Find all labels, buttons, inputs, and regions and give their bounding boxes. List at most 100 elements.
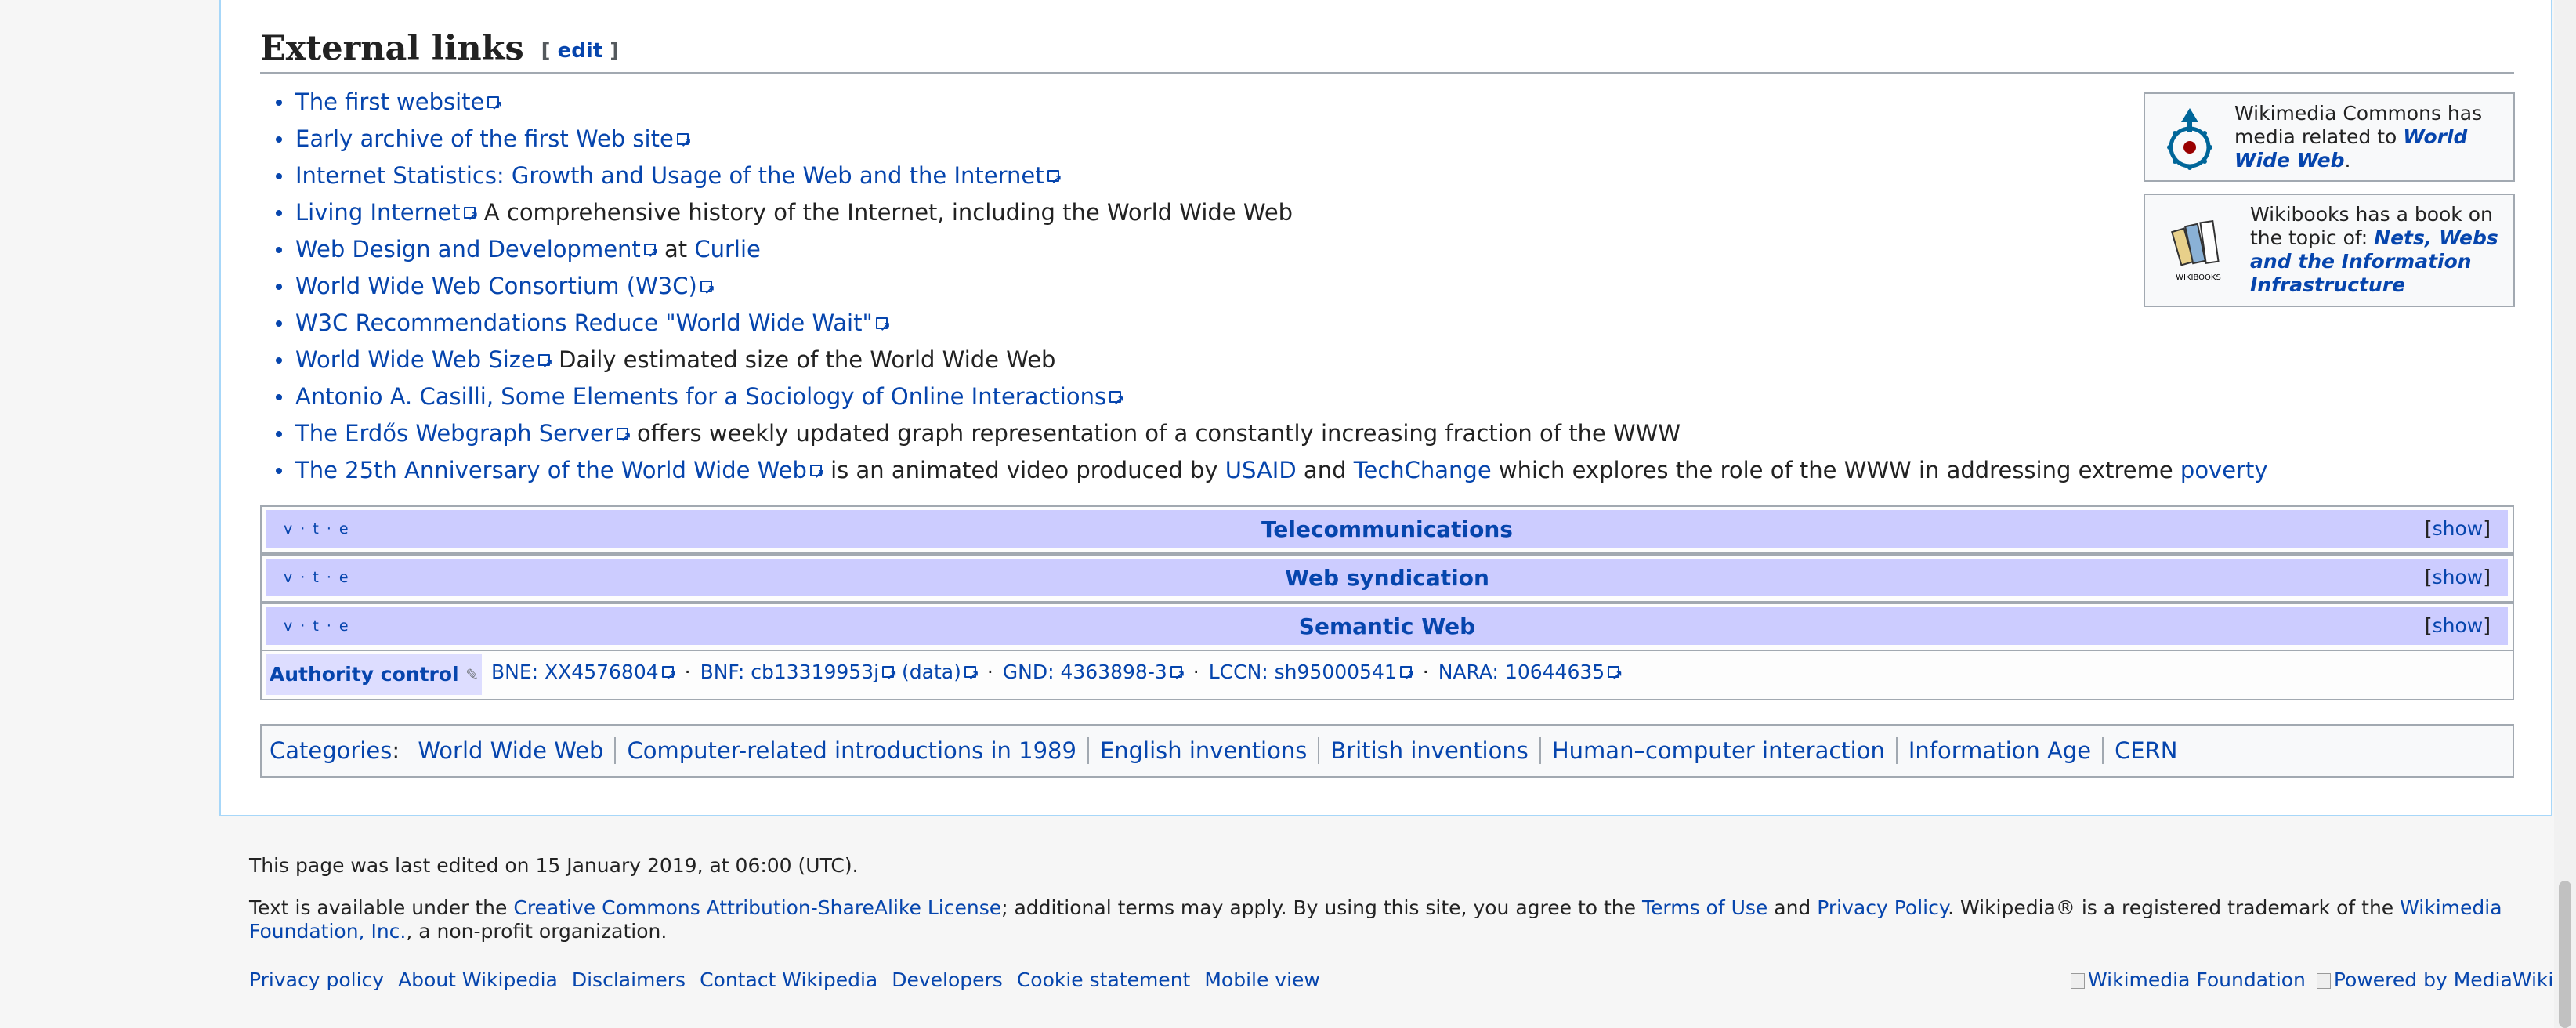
external-link-icon bbox=[616, 420, 631, 457]
nara-label: NARA: bbox=[1438, 661, 1505, 683]
list-item: W3C Recommendations Reduce "World Wide W… bbox=[260, 305, 2268, 346]
gnd-link[interactable]: 4363898-3 bbox=[1061, 661, 1167, 683]
commons-period: . bbox=[2344, 149, 2351, 172]
categories-label[interactable]: Categories bbox=[270, 737, 392, 764]
external-link[interactable]: World Wide Web Consortium (W3C) bbox=[295, 273, 697, 299]
mediawiki-badge[interactable]: Powered by MediaWiki bbox=[2334, 968, 2553, 991]
list-item: Living Internet A comprehensive history … bbox=[260, 194, 2268, 236]
navbox-title[interactable]: Telecommunications bbox=[1261, 516, 1513, 542]
edit-section-wrap: [ edit ] bbox=[541, 39, 620, 63]
link-description: offers weekly updated graph representati… bbox=[629, 420, 1681, 447]
footer-contact-link[interactable]: Contact Wikipedia bbox=[700, 968, 877, 991]
external-link-icon bbox=[463, 199, 479, 236]
external-link-icon bbox=[487, 89, 502, 125]
external-link-icon bbox=[1170, 658, 1185, 694]
trademark-pre: . Wikipedia® is a registered trademark o… bbox=[1948, 896, 2401, 919]
usaid-link[interactable]: USAID bbox=[1225, 457, 1297, 483]
navbox-telecommunications: v · t · e Telecommunications [show] bbox=[260, 505, 2514, 554]
poverty-link[interactable]: poverty bbox=[2180, 457, 2268, 483]
show-link[interactable]: show bbox=[2433, 614, 2484, 637]
navbox-show-toggle[interactable]: [show] bbox=[2425, 510, 2491, 548]
external-link-icon bbox=[881, 658, 897, 694]
category-link[interactable]: Information Age bbox=[1895, 737, 2103, 764]
external-link[interactable]: The first website bbox=[295, 89, 484, 115]
authority-control-box: Authority control ✎ BNE: XX4576804·BNF: … bbox=[260, 650, 2514, 700]
external-link[interactable]: W3C Recommendations Reduce "World Wide W… bbox=[295, 309, 873, 336]
bnf-link[interactable]: cb13319953j bbox=[751, 661, 879, 683]
vte-links[interactable]: v · t · e bbox=[284, 559, 350, 596]
category-links: Categories: World Wide Web Computer-relat… bbox=[260, 724, 2514, 778]
wikimedia-foundation-badge[interactable]: Wikimedia Foundation bbox=[2088, 968, 2306, 991]
terms-link[interactable]: Terms of Use bbox=[1642, 896, 1767, 919]
curlie-link[interactable]: Curlie bbox=[694, 236, 761, 262]
footer-mobile-link[interactable]: Mobile view bbox=[1204, 968, 1320, 991]
bnf-label: BNF: bbox=[700, 661, 751, 683]
bne-link[interactable]: XX4576804 bbox=[545, 661, 659, 683]
navbox-show-toggle[interactable]: [show] bbox=[2425, 559, 2491, 596]
show-link[interactable]: show bbox=[2433, 517, 2484, 540]
wikibooks-text: Wikibooks has a book on the topic of: Ne… bbox=[2250, 203, 2509, 297]
external-link-icon bbox=[1047, 162, 1062, 199]
external-link[interactable]: Internet Statistics: Growth and Usage of… bbox=[295, 162, 1044, 189]
footer-privacy-link[interactable]: Privacy policy bbox=[249, 968, 384, 991]
lccn-label: LCCN: bbox=[1208, 661, 1275, 683]
section-heading: External links [ edit ] bbox=[260, 28, 2514, 74]
show-link[interactable]: show bbox=[2433, 566, 2484, 588]
external-link[interactable]: Living Internet bbox=[295, 199, 461, 226]
external-link[interactable]: Web Design and Development bbox=[295, 236, 641, 262]
list-item: World Wide Web Size Daily estimated size… bbox=[260, 342, 2268, 383]
edit-section-link[interactable]: edit bbox=[558, 39, 603, 63]
external-link[interactable]: The 25th Anniversary of the World Wide W… bbox=[295, 457, 807, 483]
footer-about-link[interactable]: About Wikipedia bbox=[398, 968, 558, 991]
page-scrollbar[interactable] bbox=[2554, 0, 2576, 1028]
external-link[interactable]: Antonio A. Casilli, Some Elements for a … bbox=[295, 383, 1106, 410]
privacy-policy-link[interactable]: Privacy Policy bbox=[1817, 896, 1948, 919]
scrollbar-thumb[interactable] bbox=[2559, 881, 2571, 1028]
nara-link[interactable]: 10644635 bbox=[1505, 661, 1605, 683]
navbox-web-syndication: v · t · e Web syndication [show] bbox=[260, 554, 2514, 603]
footer-developers-link[interactable]: Developers bbox=[892, 968, 1003, 991]
techchange-link[interactable]: TechChange bbox=[1354, 457, 1492, 483]
pencil-icon[interactable]: ✎ bbox=[465, 665, 479, 684]
list-item: The 25th Anniversary of the World Wide W… bbox=[260, 452, 2268, 494]
footer-cookie-link[interactable]: Cookie statement bbox=[1017, 968, 1191, 991]
bnf-data-link[interactable]: (data) bbox=[902, 661, 961, 683]
category-link[interactable]: British inventions bbox=[1318, 737, 1539, 764]
category-link[interactable]: CERN bbox=[2102, 737, 2189, 764]
list-item: Web Design and Development at Curlie bbox=[260, 231, 2268, 273]
lccn-link[interactable]: sh95000541 bbox=[1275, 661, 1397, 683]
footer-disclaimers-link[interactable]: Disclaimers bbox=[572, 968, 686, 991]
navbox-title[interactable]: Web syndication bbox=[1285, 565, 1489, 591]
authority-control-link[interactable]: Authority control bbox=[270, 663, 459, 686]
list-item: Internet Statistics: Growth and Usage of… bbox=[260, 157, 2268, 199]
list-item: Antonio A. Casilli, Some Elements for a … bbox=[260, 378, 2268, 420]
link-description: is an animated video produced by bbox=[823, 457, 1225, 483]
external-link[interactable]: Early archive of the first Web site bbox=[295, 125, 674, 152]
license-pre: Text is available under the bbox=[249, 896, 514, 919]
footer-places: Privacy policy About Wikipedia Disclaimers… bbox=[249, 968, 1334, 991]
category-link[interactable]: Human–computer interaction bbox=[1539, 737, 1896, 764]
vte-links[interactable]: v · t · e bbox=[284, 607, 350, 645]
license-text: Text is available under the Creative Com… bbox=[249, 896, 2505, 943]
category-link[interactable]: World Wide Web bbox=[407, 737, 614, 764]
vte-links[interactable]: v · t · e bbox=[284, 510, 350, 548]
navbox-title-bar: v · t · e Web syndication [show] bbox=[266, 559, 2508, 596]
bne-label: BNE: bbox=[491, 661, 545, 683]
link-description: Daily estimated size of the World Wide W… bbox=[551, 346, 1056, 373]
link-description: A comprehensive history of the Internet,… bbox=[476, 199, 1293, 226]
navbox-show-toggle[interactable]: [show] bbox=[2425, 607, 2491, 645]
external-link-icon bbox=[1399, 658, 1415, 694]
external-link[interactable]: The Erdős Webgraph Server bbox=[295, 420, 613, 447]
category-link[interactable]: English inventions bbox=[1087, 737, 1319, 764]
footer-icons: Wikimedia Foundation Powered by MediaWik… bbox=[2071, 968, 2553, 991]
license-link[interactable]: Creative Commons Attribution-ShareAlike … bbox=[513, 896, 1001, 919]
commons-logo-icon bbox=[2167, 108, 2212, 170]
authority-control-header: Authority control ✎ bbox=[266, 654, 482, 695]
commons-text: Wikimedia Commons has media related to W… bbox=[2234, 102, 2509, 172]
navbox-title[interactable]: Semantic Web bbox=[1299, 614, 1475, 639]
link-description: at bbox=[657, 236, 695, 262]
external-link[interactable]: World Wide Web Size bbox=[295, 346, 535, 373]
list-item: The Erdős Webgraph Server offers weekly … bbox=[260, 415, 2268, 457]
navbox-semantic-web: v · t · e Semantic Web [show] bbox=[260, 603, 2514, 651]
category-link[interactable]: Computer-related introductions in 1989 bbox=[614, 737, 1087, 764]
